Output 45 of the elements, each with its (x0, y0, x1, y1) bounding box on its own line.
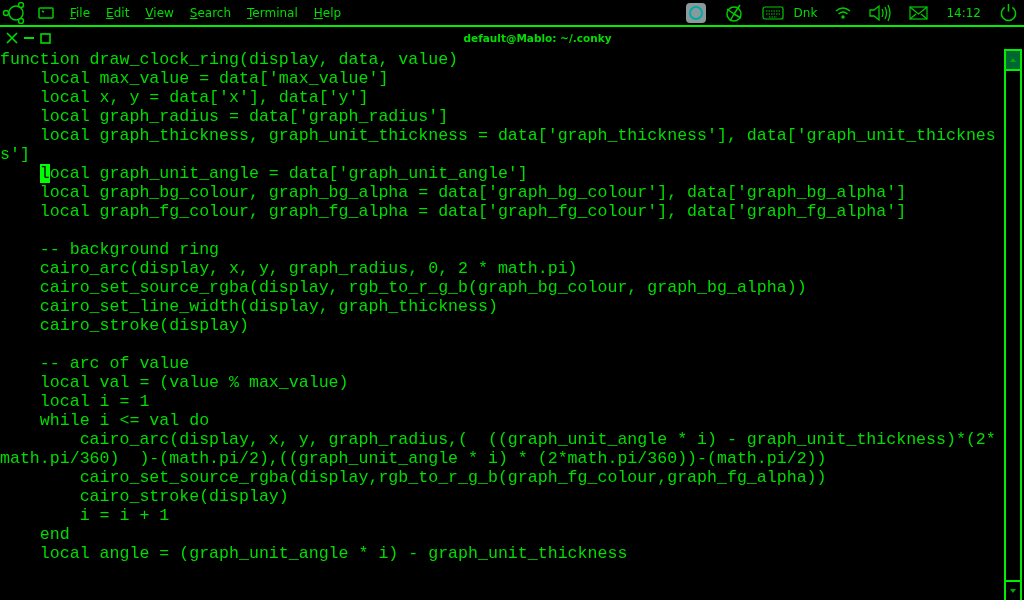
code-line: -- arc of value (38, 354, 191, 373)
code-line: cairo_arc(display, x, y, graph_radius,( ((graph_unit_angle * i) - graph_unit_thickness)*(2* (78, 430, 997, 449)
maximize-icon[interactable] (40, 32, 51, 44)
app-icon[interactable] (685, 2, 706, 23)
code-line: local val = (value % max_value) (38, 373, 350, 392)
code-line: math.pi/360) )-(math.pi/2),((graph_unit_angle * i) * (2*math.pi/360))-(math.pi/2)) (0, 449, 828, 468)
keyboard-icon[interactable] (761, 5, 784, 20)
code-line: function draw_clock_ring(display, data, value) (0, 50, 460, 69)
code-line: -- background ring (38, 240, 221, 259)
code-line: cairo_set_line_width(display, graph_thickness) (38, 297, 499, 316)
code-line: local max_value = data['max_value'] (38, 69, 390, 88)
code-line: cairo_set_source_rgba(display, rgb_to_r_g_b(graph_bg_colour, graph_bg_alpha)) (38, 278, 808, 297)
menu-item[interactable]: Edit (106, 5, 130, 20)
code-line: local graph_unit_angle = data['graph_unit_angle'] (38, 164, 529, 183)
menu-item[interactable]: View (145, 5, 174, 20)
code-line: local graph_radius = data['graph_radius'] (38, 107, 450, 126)
menu-item[interactable]: Terminal (247, 5, 298, 20)
mail-icon[interactable] (909, 5, 929, 20)
down-arrow-icon[interactable] (1010, 589, 1016, 593)
clock-text[interactable]: 14:12 (946, 5, 981, 20)
code-line: local x, y = data['x'], data['y'] (38, 88, 370, 107)
code-line: local graph_thickness, graph_unit_thickness = data['graph_thickness'], data['graph_unit_thicknes (38, 126, 997, 145)
code-line: local graph_bg_colour, graph_bg_alpha = data['graph_bg_colour'], data['graph_bg_alpha'] (38, 183, 908, 202)
wifi-icon[interactable] (835, 6, 852, 19)
close-icon[interactable] (6, 32, 18, 44)
code-line: cairo_stroke(display) (78, 487, 290, 506)
terminal-icon[interactable] (38, 6, 54, 19)
code-line: end (38, 525, 71, 544)
code-line: i = i + 1 (78, 506, 171, 525)
code-line: cairo_arc(display, x, y, graph_radius, 0, 2 * math.pi) (38, 259, 579, 278)
window-title: default@Mablo: ~/.conky (462, 32, 613, 44)
code-line: local angle = (graph_unit_angle * i) - graph_unit_thickness (38, 544, 629, 563)
code-line: s'] (0, 145, 31, 164)
keyboard-layout-text[interactable]: Dnk (793, 5, 818, 20)
menu-item[interactable]: Search (189, 5, 232, 20)
menu-item[interactable]: File (70, 5, 91, 20)
power-icon[interactable] (999, 3, 1018, 22)
code-line: local i = 1 (38, 392, 151, 411)
code-line: local graph_fg_colour, graph_fg_alpha = data['graph_fg_colour'], data['graph_fg_alpha'] (38, 202, 908, 221)
code-line: cairo_set_source_rgba(display,rgb_to_r_g_b(graph_fg_colour,graph_fg_alpha)) (78, 468, 828, 487)
scrollbar[interactable] (1004, 49, 1022, 600)
volume-icon[interactable] (869, 3, 892, 22)
code-line: while i <= val do (38, 411, 211, 430)
menu-item[interactable]: Help (313, 5, 342, 20)
code-line: cairo_stroke(display) (38, 316, 250, 335)
